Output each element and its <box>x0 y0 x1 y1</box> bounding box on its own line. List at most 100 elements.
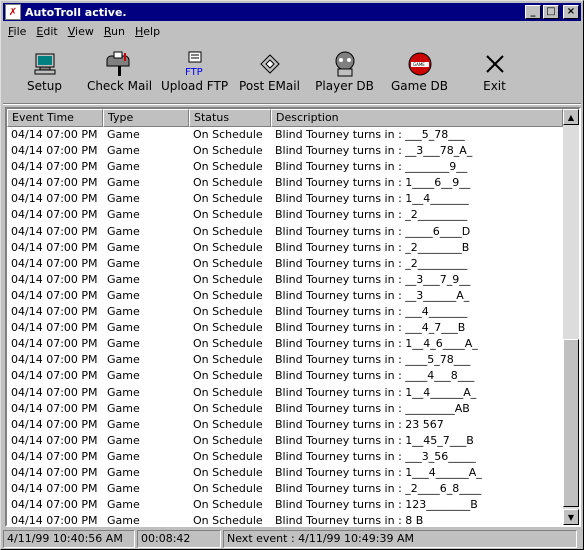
cell-type: Game <box>107 144 140 158</box>
table-row[interactable]: 04/14 07:00 PM Game On Schedule Blind Tourn… <box>7 288 563 304</box>
toolbar-button-label: Player DB <box>315 79 374 93</box>
column-header-type[interactable]: Type <box>103 109 189 127</box>
menu-file[interactable]: File <box>3 25 31 38</box>
cell-type: Game <box>107 208 140 222</box>
table-row[interactable]: 04/14 07:00 PM Game On Schedule Blind Tourn… <box>7 191 563 207</box>
cell-description: Blind Tourney turns in : ___3_56_____ <box>275 449 476 463</box>
setup-button[interactable]: Setup <box>7 41 82 97</box>
cell-type: Game <box>107 417 140 431</box>
column-header-description[interactable]: Description <box>271 109 563 127</box>
table-row[interactable]: 04/14 07:00 PM Game On Schedule Blind Tourn… <box>7 207 563 223</box>
cell-type: Game <box>107 401 140 415</box>
autotroll-icon[interactable]: ✗ <box>5 4 21 20</box>
cell-type: Game <box>107 272 140 286</box>
cell-status: On Schedule <box>193 224 263 238</box>
check-mail-button[interactable]: Check Mail <box>82 41 157 97</box>
menu-help[interactable]: Help <box>130 25 165 38</box>
menu-bar: File Edit View Run Help <box>3 22 581 40</box>
vertical-scrollbar[interactable]: ▲ ▼ <box>563 109 579 525</box>
cell-description: Blind Tourney turns in : __3___78_A_ <box>275 144 473 158</box>
table-row[interactable]: 04/14 07:00 PM Game On Schedule Blind Tourn… <box>7 417 563 433</box>
post-email-button[interactable]: Post EMail <box>232 41 307 97</box>
menu-label-rest: ile <box>13 24 27 38</box>
cell-status: On Schedule <box>193 256 263 270</box>
menu-accelerator: R <box>103 24 112 38</box>
table-row[interactable]: 04/14 07:00 PM Game On Schedule Blind Tourn… <box>7 256 563 272</box>
column-header-status[interactable]: Status <box>189 109 271 127</box>
svg-text:GAME: GAME <box>413 62 425 67</box>
maximize-button[interactable]: □ <box>543 5 559 19</box>
cell-description: Blind Tourney turns in : 1__4_______ <box>275 192 469 206</box>
status-elapsed: 00:08:42 <box>137 530 221 548</box>
table-row[interactable]: 04/14 07:00 PM Game On Schedule Blind Tourn… <box>7 481 563 497</box>
scroll-up-button[interactable]: ▲ <box>563 109 579 125</box>
cell-type: Game <box>107 128 140 141</box>
cell-description: Blind Tourney turns in : 1__45_7___B <box>275 433 474 447</box>
cell-description: Blind Tourney turns in : __3______A_ <box>275 288 470 302</box>
upload-ftp-button[interactable]: FTP Upload FTP <box>157 41 232 97</box>
game-db-button[interactable]: GAME Game DB <box>382 41 457 97</box>
list-header: Event Time Type Status Description <box>7 109 563 127</box>
cell-type: Game <box>107 240 140 254</box>
table-row[interactable]: 04/14 07:00 PM Game On Schedule Blind Tourn… <box>7 175 563 191</box>
menu-edit[interactable]: Edit <box>31 25 62 38</box>
table-row[interactable]: 04/14 07:00 PM Game On Schedule Blind Tourn… <box>7 272 563 288</box>
cell-type: Game <box>107 176 140 190</box>
table-row[interactable]: 04/14 07:00 PM Game On Schedule Blind Tourn… <box>7 497 563 513</box>
table-row[interactable]: 04/14 07:00 PM Game On Schedule Blind Tourn… <box>7 352 563 368</box>
table-row[interactable]: 04/14 07:00 PM Game On Schedule Blind Tourn… <box>7 433 563 449</box>
minimize-button[interactable]: _ <box>525 5 541 19</box>
player-db-button[interactable]: Player DB <box>307 41 382 97</box>
cell-description: Blind Tourney turns in : _2____6_8____ <box>275 482 482 496</box>
game-db-icon: GAME <box>406 51 434 77</box>
scroll-down-button[interactable]: ▼ <box>563 509 579 525</box>
scroll-thumb[interactable] <box>563 339 579 507</box>
menu-view[interactable]: View <box>63 25 99 38</box>
list-rows: 04/14 07:00 PM Game On Schedule Blind Tourn… <box>7 127 563 527</box>
cell-event-time: 04/14 07:00 PM <box>11 498 98 512</box>
cell-status: On Schedule <box>193 272 263 286</box>
table-row[interactable]: 04/14 07:00 PM Game On Schedule Blind Tourn… <box>7 385 563 401</box>
cell-description: Blind Tourney turns in : ____5_78___ <box>275 353 471 367</box>
menu-label-rest: elp <box>143 24 161 38</box>
cell-event-time: 04/14 07:00 PM <box>11 256 98 270</box>
cell-description: Blind Tourney turns in : ___4_7___B <box>275 321 466 335</box>
cell-description: Blind Tourney turns in : 23 567 <box>275 417 444 431</box>
table-row[interactable]: 04/14 07:00 PM Game On Schedule Blind Tourn… <box>7 127 563 143</box>
table-row[interactable]: 04/14 07:00 PM Game On Schedule Blind Tourn… <box>7 240 563 256</box>
table-row[interactable]: 04/14 07:00 PM Game On Schedule Blind Tourn… <box>7 513 563 527</box>
table-row[interactable]: 04/14 07:00 PM Game On Schedule Blind Tourn… <box>7 449 563 465</box>
close-button[interactable]: × <box>563 5 579 19</box>
cell-description: Blind Tourney turns in : _2_________ <box>275 256 468 270</box>
table-row[interactable]: 04/14 07:00 PM Game On Schedule Blind Tourn… <box>7 401 563 417</box>
cell-status: On Schedule <box>193 465 263 479</box>
table-row[interactable]: 04/14 07:00 PM Game On Schedule Blind Tourn… <box>7 368 563 384</box>
table-row[interactable]: 04/14 07:00 PM Game On Schedule Blind Tourn… <box>7 465 563 481</box>
cell-status: On Schedule <box>193 514 263 527</box>
cell-type: Game <box>107 321 140 335</box>
toolbar-button-label: Upload FTP <box>160 79 229 93</box>
cell-event-time: 04/14 07:00 PM <box>11 337 98 351</box>
table-row[interactable]: 04/14 07:00 PM Game On Schedule Blind Tourn… <box>7 320 563 336</box>
window-title: AutoTroll active. <box>25 5 127 19</box>
event-list[interactable]: Event Time Type Status Description 04/14… <box>5 107 581 527</box>
cell-event-time: 04/14 07:00 PM <box>11 208 98 222</box>
cell-status: On Schedule <box>193 208 263 222</box>
exit-button[interactable]: Exit <box>457 41 532 97</box>
cell-event-time: 04/14 07:00 PM <box>11 224 98 238</box>
cell-description: Blind Tourney turns in : 8 B <box>275 514 424 527</box>
table-row[interactable]: 04/14 07:00 PM Game On Schedule Blind Tourn… <box>7 336 563 352</box>
table-row[interactable]: 04/14 07:00 PM Game On Schedule Blind Tourn… <box>7 224 563 240</box>
cell-type: Game <box>107 498 140 512</box>
cell-event-time: 04/14 07:00 PM <box>11 369 98 383</box>
table-row[interactable]: 04/14 07:00 PM Game On Schedule Blind Tourn… <box>7 304 563 320</box>
table-row[interactable]: 04/14 07:00 PM Game On Schedule Blind Tourn… <box>7 159 563 175</box>
table-row[interactable]: 04/14 07:00 PM Game On Schedule Blind Tourn… <box>7 143 563 159</box>
cell-status: On Schedule <box>193 176 263 190</box>
column-header-event-time[interactable]: Event Time <box>7 109 103 127</box>
menu-run[interactable]: Run <box>99 25 130 38</box>
setup-icon <box>31 51 59 77</box>
title-bar[interactable]: ✗ AutoTroll active. _ □ × <box>3 3 581 21</box>
cell-description: Blind Tourney turns in : _2_________ <box>275 208 468 222</box>
mailbox-icon <box>106 51 134 77</box>
